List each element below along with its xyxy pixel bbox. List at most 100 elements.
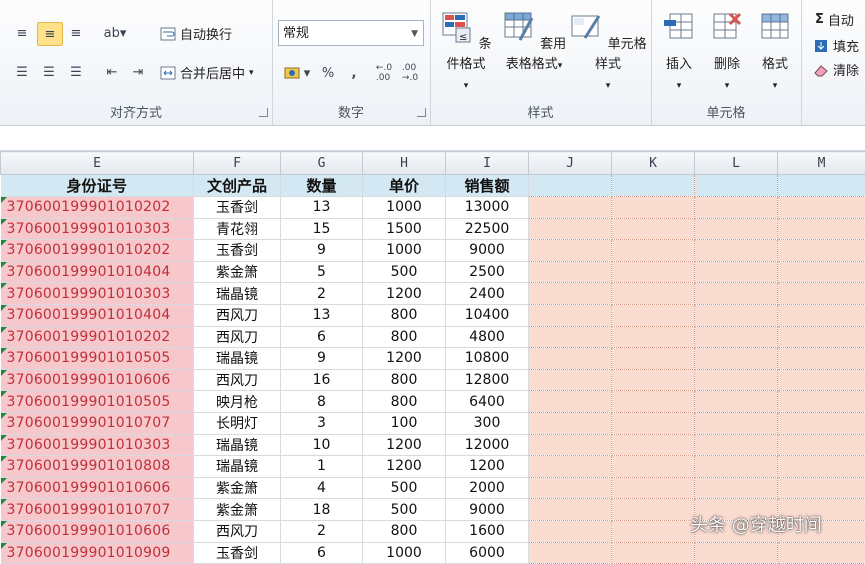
empty-cell[interactable]	[695, 434, 778, 456]
product-cell[interactable]: 紫金箫	[194, 261, 281, 283]
align-right-icon[interactable]: ☰	[64, 61, 88, 83]
empty-cell[interactable]	[778, 261, 865, 283]
empty-cell[interactable]	[778, 197, 865, 219]
product-cell[interactable]: 青花翎	[194, 218, 281, 240]
empty-cell[interactable]	[529, 369, 612, 391]
sales-cell[interactable]: 6000	[446, 542, 529, 564]
quantity-cell[interactable]: 3	[281, 412, 363, 434]
header-cell-quantity[interactable]: 数量	[281, 175, 363, 197]
quantity-cell[interactable]: 1	[281, 456, 363, 478]
sales-cell[interactable]: 300	[446, 412, 529, 434]
empty-cell[interactable]	[778, 456, 865, 478]
id-cell[interactable]: 370600199901010606	[1, 520, 194, 542]
quantity-cell[interactable]: 13	[281, 304, 363, 326]
id-cell[interactable]: 370600199901010606	[1, 477, 194, 499]
quantity-cell[interactable]: 13	[281, 197, 363, 219]
id-cell[interactable]: 370600199901010202	[1, 326, 194, 348]
column-header[interactable]: M	[778, 152, 865, 175]
increase-indent-icon[interactable]: ⇥	[126, 61, 150, 83]
empty-cell[interactable]	[612, 391, 695, 413]
sales-cell[interactable]: 10400	[446, 304, 529, 326]
empty-cell[interactable]	[695, 412, 778, 434]
empty-cell[interactable]	[529, 391, 612, 413]
price-cell[interactable]: 1200	[363, 348, 446, 370]
product-cell[interactable]: 玉香剑	[194, 542, 281, 564]
id-cell[interactable]: 370600199901010505	[1, 348, 194, 370]
price-cell[interactable]: 100	[363, 412, 446, 434]
id-cell[interactable]: 370600199901010909	[1, 542, 194, 564]
dialog-launcher-icon[interactable]	[417, 108, 426, 117]
number-format-select[interactable]: 常规 ▼	[278, 20, 424, 46]
price-cell[interactable]: 800	[363, 391, 446, 413]
empty-cell[interactable]	[695, 218, 778, 240]
chevron-down-icon[interactable]: ▾	[249, 68, 254, 78]
empty-cell[interactable]	[529, 477, 612, 499]
price-cell[interactable]: 1200	[363, 434, 446, 456]
quantity-cell[interactable]: 4	[281, 477, 363, 499]
empty-cell[interactable]	[778, 542, 865, 564]
header-cell-price[interactable]: 单价	[363, 175, 446, 197]
sales-cell[interactable]: 22500	[446, 218, 529, 240]
empty-cell[interactable]	[612, 348, 695, 370]
percent-button[interactable]: %	[316, 62, 340, 84]
id-cell[interactable]: 370600199901010808	[1, 456, 194, 478]
product-cell[interactable]: 紫金箫	[194, 477, 281, 499]
id-cell[interactable]: 370600199901010202	[1, 197, 194, 219]
insert-button[interactable]: 插入▾	[657, 10, 701, 96]
empty-cell[interactable]	[529, 434, 612, 456]
decrease-indent-icon[interactable]: ⇤	[100, 61, 124, 83]
price-cell[interactable]: 800	[363, 369, 446, 391]
product-cell[interactable]: 瑞晶镜	[194, 434, 281, 456]
product-cell[interactable]: 映月枪	[194, 391, 281, 413]
product-cell[interactable]: 西风刀	[194, 369, 281, 391]
empty-cell[interactable]	[695, 175, 778, 197]
quantity-cell[interactable]: 6	[281, 326, 363, 348]
quantity-cell[interactable]: 15	[281, 218, 363, 240]
price-cell[interactable]: 1000	[363, 542, 446, 564]
sales-cell[interactable]: 4800	[446, 326, 529, 348]
empty-cell[interactable]	[612, 283, 695, 305]
empty-cell[interactable]	[612, 520, 695, 542]
price-cell[interactable]: 800	[363, 304, 446, 326]
product-cell[interactable]: 瑞晶镜	[194, 456, 281, 478]
empty-cell[interactable]	[778, 391, 865, 413]
empty-cell[interactable]	[778, 412, 865, 434]
id-cell[interactable]: 370600199901010707	[1, 412, 194, 434]
column-header[interactable]: J	[529, 152, 612, 175]
decrease-decimal-icon[interactable]: .00→.0	[398, 62, 422, 84]
price-cell[interactable]: 1200	[363, 456, 446, 478]
empty-cell[interactable]	[529, 283, 612, 305]
delete-button[interactable]: 删除▾	[705, 10, 749, 96]
quantity-cell[interactable]: 16	[281, 369, 363, 391]
header-cell-id[interactable]: 身份证号	[1, 175, 194, 197]
product-cell[interactable]: 瑞晶镜	[194, 283, 281, 305]
orientation-icon[interactable]: ab▾	[100, 22, 130, 44]
conditional-format-button[interactable]: ≤ 条件格式▾	[434, 10, 498, 96]
sales-cell[interactable]: 2500	[446, 261, 529, 283]
empty-cell[interactable]	[529, 175, 612, 197]
id-cell[interactable]: 370600199901010505	[1, 391, 194, 413]
id-cell[interactable]: 370600199901010303	[1, 283, 194, 305]
empty-cell[interactable]	[529, 542, 612, 564]
align-center-icon[interactable]: ☰	[37, 61, 61, 83]
empty-cell[interactable]	[695, 456, 778, 478]
sales-cell[interactable]: 1600	[446, 520, 529, 542]
product-cell[interactable]: 紫金箫	[194, 499, 281, 521]
product-cell[interactable]: 西风刀	[194, 520, 281, 542]
sales-cell[interactable]: 2400	[446, 283, 529, 305]
formula-bar[interactable]	[0, 126, 865, 151]
empty-cell[interactable]	[612, 412, 695, 434]
id-cell[interactable]: 370600199901010404	[1, 261, 194, 283]
price-cell[interactable]: 500	[363, 499, 446, 521]
empty-cell[interactable]	[695, 283, 778, 305]
empty-cell[interactable]	[612, 369, 695, 391]
empty-cell[interactable]	[529, 261, 612, 283]
empty-cell[interactable]	[612, 542, 695, 564]
dialog-launcher-icon[interactable]	[259, 108, 268, 117]
empty-cell[interactable]	[529, 348, 612, 370]
product-cell[interactable]: 玉香剑	[194, 240, 281, 262]
sales-cell[interactable]: 13000	[446, 197, 529, 219]
empty-cell[interactable]	[778, 218, 865, 240]
quantity-cell[interactable]: 2	[281, 283, 363, 305]
align-left-icon[interactable]: ☰	[10, 61, 34, 83]
